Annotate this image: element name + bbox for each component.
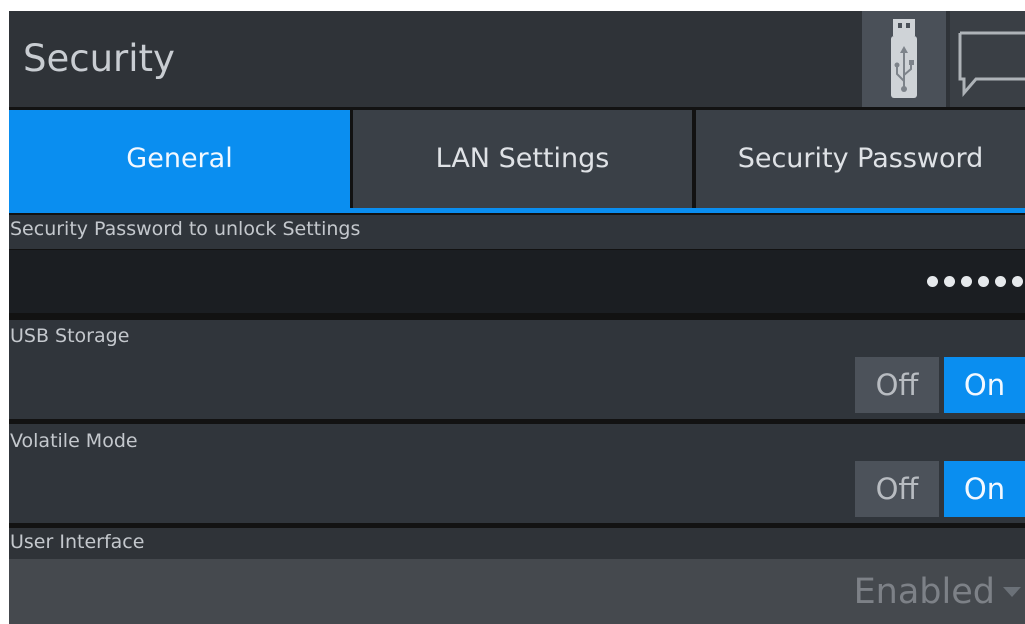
usb-storage-setting: USB Storage Off On: [9, 320, 1025, 419]
password-label: Security Password to unlock Settings: [10, 218, 361, 240]
password-dot: [1012, 276, 1023, 287]
tab-security-password[interactable]: Security Password: [696, 110, 1025, 208]
password-dot: [995, 276, 1006, 287]
password-dot: [927, 276, 938, 287]
user-interface-label-band: User Interface: [9, 528, 1025, 559]
tab-bar: General LAN Settings Security Password: [9, 110, 1025, 208]
usb-storage-off-button[interactable]: Off: [855, 357, 939, 413]
user-interface-label: User Interface: [10, 531, 145, 553]
header-bar: Security: [9, 11, 1025, 107]
password-setting: Security Password to unlock Settings: [9, 215, 1025, 313]
volatile-mode-setting: Volatile Mode Off On: [9, 424, 1025, 523]
usb-storage-label: USB Storage: [10, 325, 130, 347]
user-interface-setting: User Interface Enabled: [9, 528, 1025, 624]
tab-lan-settings[interactable]: LAN Settings: [353, 110, 692, 208]
security-dialog: Security General LAN Settings Security P…: [9, 11, 1025, 624]
messages-button[interactable]: [950, 11, 1025, 107]
volatile-mode-on-button[interactable]: On: [944, 461, 1025, 517]
usb-icon: [891, 19, 917, 98]
tab-general[interactable]: General: [9, 110, 350, 208]
password-mask: [927, 250, 1025, 313]
user-interface-dropdown[interactable]: Enabled: [9, 559, 1025, 624]
usb-button[interactable]: [862, 11, 946, 107]
page-title: Security: [23, 37, 175, 80]
volatile-mode-label: Volatile Mode: [10, 430, 138, 452]
password-dot: [961, 276, 972, 287]
volatile-mode-off-button[interactable]: Off: [855, 461, 939, 517]
volatile-mode-toggle: Off On: [855, 461, 1025, 517]
usb-storage-on-button[interactable]: On: [944, 357, 1025, 413]
tab-indicator: [9, 208, 1025, 213]
user-interface-value-wrap: Enabled: [854, 559, 1025, 624]
chevron-down-icon: [1003, 586, 1021, 597]
password-dot: [944, 276, 955, 287]
password-field[interactable]: [9, 250, 1025, 313]
usb-storage-toggle: Off On: [855, 357, 1025, 413]
user-interface-value: Enabled: [853, 571, 995, 612]
password-dot: [978, 276, 989, 287]
password-label-band: Security Password to unlock Settings: [9, 215, 1025, 249]
message-icon: [958, 31, 1025, 98]
